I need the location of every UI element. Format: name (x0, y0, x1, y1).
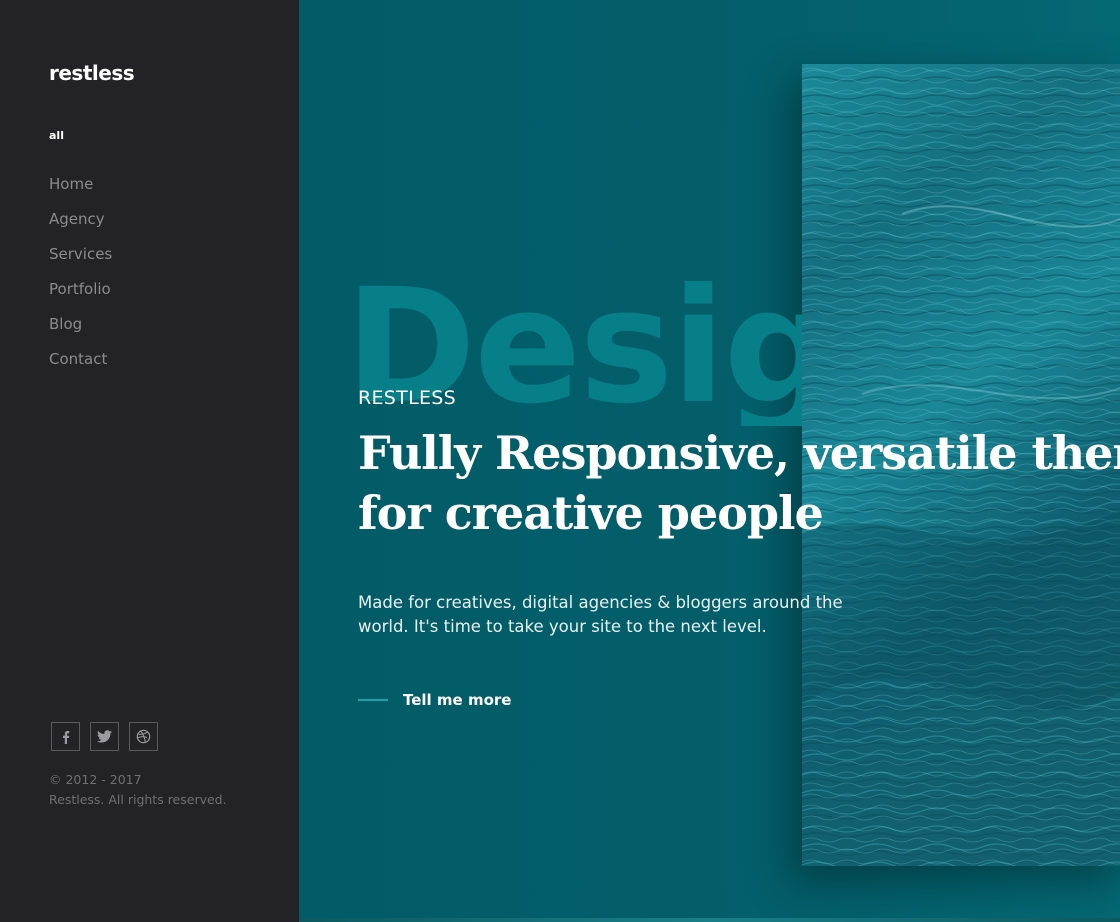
social-links (51, 722, 158, 751)
hero-headline: Fully Responsive, versatile theme for cr… (358, 423, 1120, 543)
logo[interactable]: restless (49, 61, 135, 85)
hero-description: Made for creatives, digital agencies & b… (358, 591, 898, 639)
headline-line-2: for creative people (358, 486, 824, 540)
twitter-button[interactable] (90, 722, 119, 751)
nav-item-portfolio[interactable]: Portfolio (49, 277, 112, 312)
hero-section: Design RESTLESS Fully Responsive, versat… (299, 0, 1120, 922)
tell-me-more-link[interactable]: Tell me more (358, 691, 511, 709)
cta-label: Tell me more (403, 691, 512, 709)
nav-item-agency[interactable]: Agency (49, 207, 112, 242)
facebook-icon (62, 730, 69, 744)
main-nav: Home Agency Services Portfolio Blog Cont… (49, 172, 112, 382)
twitter-icon (97, 730, 112, 743)
facebook-button[interactable] (51, 722, 80, 751)
nav-item-blog[interactable]: Blog (49, 312, 112, 347)
cta-line (358, 699, 388, 701)
headline-line-1: Fully Responsive, versatile theme (358, 426, 1120, 480)
nav-item-contact[interactable]: Contact (49, 347, 112, 382)
nav-item-home[interactable]: Home (49, 172, 112, 207)
nav-item-services[interactable]: Services (49, 242, 112, 277)
description-line-1: Made for creatives, digital agencies & b… (358, 593, 843, 612)
sidebar: restless all Home Agency Services Portfo… (0, 0, 299, 922)
description-line-2: world. It's time to take your site to th… (358, 617, 767, 636)
filter-all[interactable]: all (49, 129, 64, 142)
dribbble-button[interactable] (129, 722, 158, 751)
copyright: © 2012 - 2017 Restless. All rights reser… (49, 770, 227, 810)
bottom-strip (299, 918, 1120, 922)
hero-eyebrow: RESTLESS (358, 387, 456, 409)
copyright-text: Restless. All rights reserved. (49, 792, 227, 807)
copyright-years: © 2012 - 2017 (49, 772, 142, 787)
dribbble-icon (136, 729, 151, 744)
